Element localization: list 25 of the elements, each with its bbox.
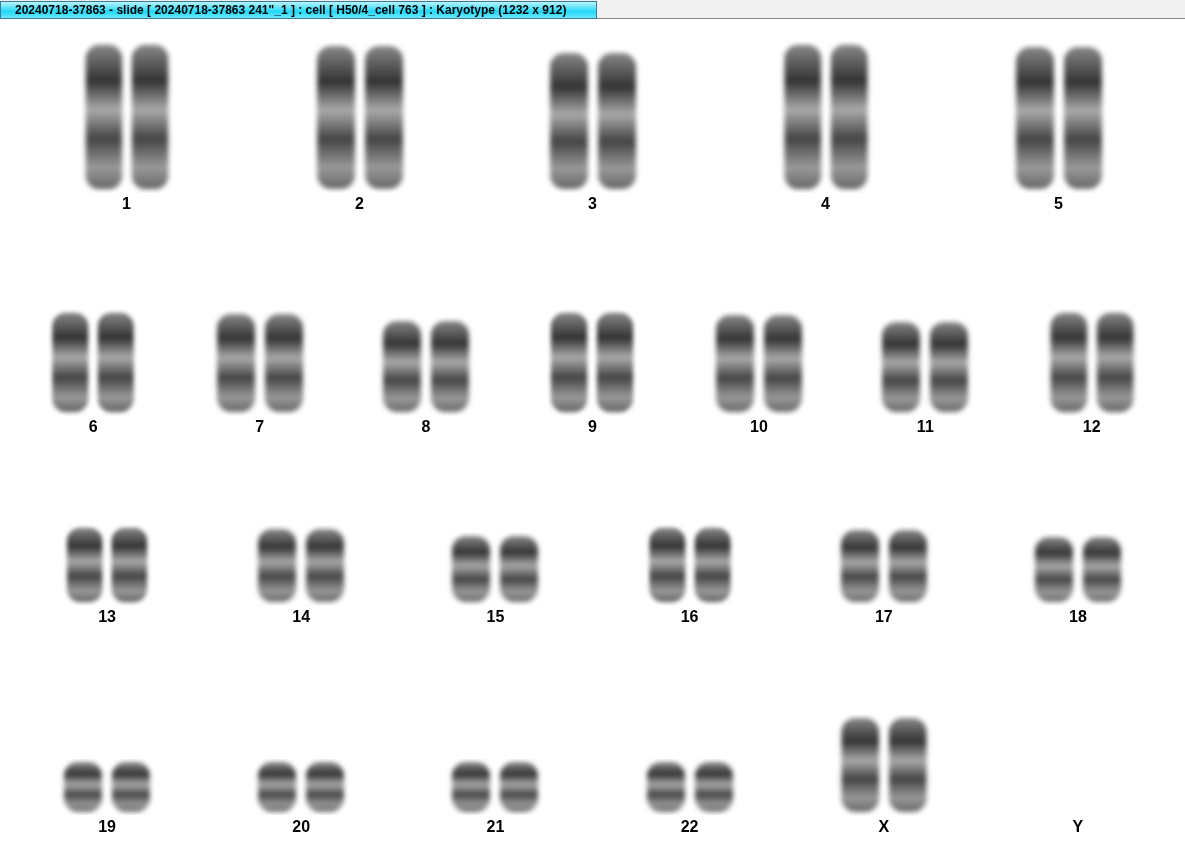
chromosome-label: 19 bbox=[98, 818, 116, 836]
chromosome-label: 11 bbox=[916, 418, 934, 436]
chromosome-label: 16 bbox=[680, 608, 699, 626]
chromosome-label: Y bbox=[1072, 818, 1084, 836]
chromosome-label: 7 bbox=[255, 418, 265, 436]
chromosome-label: 8 bbox=[421, 418, 431, 436]
chromosome-label: 6 bbox=[88, 418, 98, 436]
chromosome-label: 22 bbox=[680, 818, 699, 836]
chromosome-label: 5 bbox=[1054, 195, 1063, 213]
chromosome-label: 17 bbox=[874, 608, 893, 626]
chromosome-label: 18 bbox=[1069, 608, 1087, 626]
chromosome-label: 2 bbox=[355, 195, 364, 213]
chromosome-label: 1 bbox=[122, 195, 131, 213]
chromosome-label: X bbox=[878, 818, 890, 836]
window-title: 20240718-37863 - slide [ 20240718-37863 241"_1 ] : cell [ H50/4_cell 763 ] : Karyotype (1232 x 912) bbox=[0, 1, 597, 19]
chromosome-label: 21 bbox=[486, 818, 505, 836]
chromosome-label: 15 bbox=[486, 608, 505, 626]
chromosome-label: 4 bbox=[821, 195, 830, 213]
chromosome-label: 3 bbox=[588, 195, 597, 213]
chromosome-label: 14 bbox=[292, 608, 311, 626]
chromosome-label: 10 bbox=[750, 418, 768, 436]
chromosome-label: 9 bbox=[588, 418, 597, 436]
chromosome-label: 20 bbox=[292, 818, 311, 836]
chromosome-label: 13 bbox=[98, 608, 116, 626]
chromosome-label: 12 bbox=[1082, 418, 1101, 436]
